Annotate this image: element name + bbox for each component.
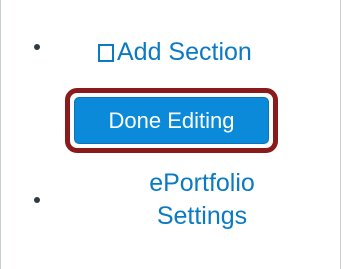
add-section-link[interactable]: Add Section (98, 36, 252, 68)
eportfolio-settings-link[interactable]: ePortfolio Settings (122, 167, 282, 233)
done-editing-highlight: Done Editing (65, 88, 278, 153)
eportfolio-settings-label-line2: Settings (156, 202, 248, 230)
list-bullet (34, 44, 40, 50)
list-bullet (34, 197, 40, 203)
add-section-label: Add Section (117, 38, 252, 66)
eportfolio-settings-label-line1: ePortfolio (149, 169, 255, 197)
square-box-icon (98, 44, 114, 62)
sidebar-panel: Add Section Done Editing ePortfolio Sett… (0, 0, 341, 269)
done-editing-button[interactable]: Done Editing (74, 97, 269, 144)
